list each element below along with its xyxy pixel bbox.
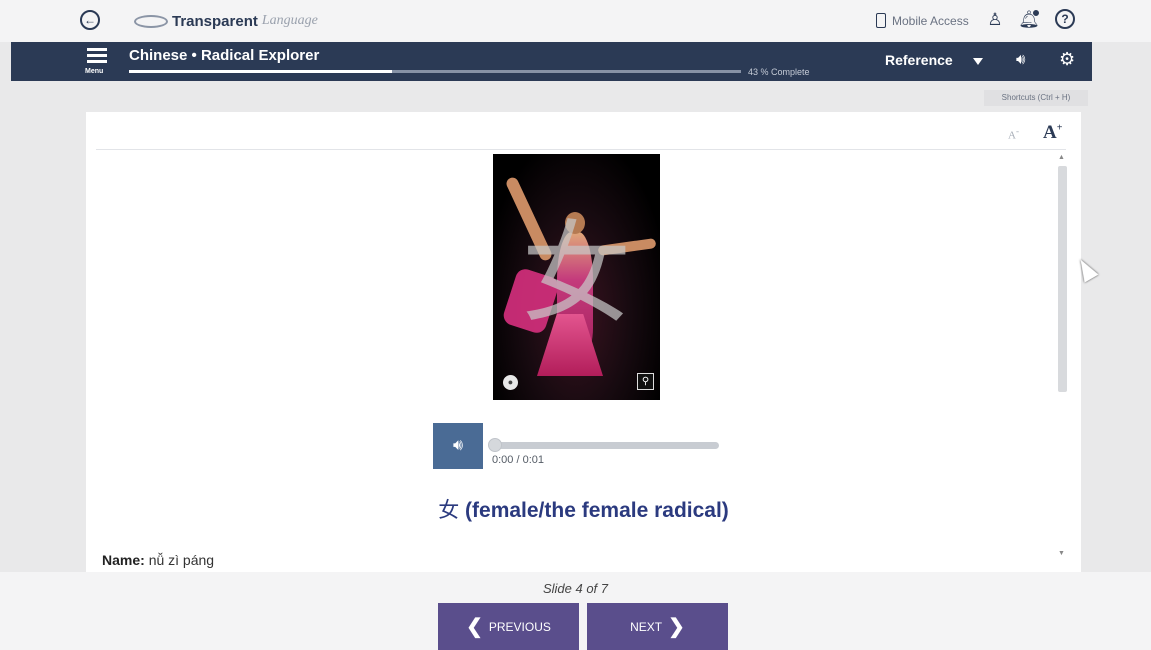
lesson-progress-bar <box>129 70 741 73</box>
previous-button[interactable]: ❮ PREVIOUS <box>438 603 579 650</box>
lesson-progress-fill <box>129 70 393 73</box>
user-icon[interactable]: ♙ <box>984 9 1006 31</box>
logo-name: Transparent <box>172 12 258 30</box>
decrease-font-button[interactable]: A- <box>1008 126 1019 142</box>
name-label: Name: <box>102 552 145 568</box>
back-arrow-icon[interactable]: ← <box>80 10 100 30</box>
progress-label: 43 % Complete <box>748 67 810 77</box>
next-button[interactable]: NEXT ❯ <box>587 603 728 650</box>
mobile-access-link[interactable]: Mobile Access <box>876 13 969 28</box>
next-label: NEXT <box>630 619 663 634</box>
headword: 女 (female/the female radical) <box>86 494 1081 524</box>
audio-seek-handle[interactable] <box>488 438 502 452</box>
magnifier-icon[interactable]: ⚲ <box>637 373 654 390</box>
radical-name-row: Name: nǚ zì páng <box>102 552 214 568</box>
headword-character: 女 <box>438 498 460 522</box>
name-value: nǚ zì páng <box>148 552 215 568</box>
divider <box>96 149 1066 150</box>
shortcuts-hint[interactable]: Shortcuts (Ctrl + H) <box>984 90 1088 106</box>
increase-font-button[interactable]: A+ <box>1043 122 1062 144</box>
mobile-access-label: Mobile Access <box>892 13 969 28</box>
speaker-icon: 🔊︎ <box>452 437 464 454</box>
slide-content-panel: A- A+ 女 ● ⚲ 🔊︎ 0:00 / 0:01 女 (female/the… <box>86 112 1081 572</box>
reference-dropdown[interactable]: Reference <box>885 52 953 68</box>
help-icon[interactable]: ? <box>1055 9 1075 29</box>
play-audio-button[interactable]: 🔊︎ <box>433 423 483 469</box>
top-brand-bar: ← Transparent Language Mobile Access ♙ 🔔… <box>0 0 1151 42</box>
logo-suffix: Language <box>261 13 318 28</box>
course-title: Chinese • Radical Explorer <box>129 47 320 64</box>
photo-credit-icon[interactable]: ● <box>503 375 518 390</box>
scroll-up-icon[interactable]: ▲ <box>1058 154 1065 161</box>
audio-seek-bar[interactable] <box>492 442 719 449</box>
scroll-down-icon[interactable]: ▼ <box>1058 550 1065 557</box>
previous-label: PREVIOUS <box>488 619 551 634</box>
slide-counter: Slide 4 of 7 <box>542 581 609 596</box>
radical-overlay-character: 女 <box>521 210 632 338</box>
content-scrollbar[interactable]: ▲ ▼ <box>1056 154 1068 566</box>
gear-icon[interactable]: ⚙ <box>1059 49 1075 70</box>
headword-meaning: (female/the female radical) <box>465 499 729 522</box>
chevron-left-icon: ❮ <box>466 615 483 638</box>
radical-photo: 女 ● ⚲ <box>493 154 660 400</box>
phone-icon <box>876 13 886 28</box>
logo-ring-icon <box>134 14 168 28</box>
chevron-right-icon: ❯ <box>668 615 685 638</box>
lesson-navbar: Menu Chinese • Radical Explorer 43 % Com… <box>11 42 1092 81</box>
notification-badge <box>1032 9 1040 17</box>
chevron-down-icon[interactable] <box>973 58 983 65</box>
slide-footer: Slide 4 of 7 ❮ PREVIOUS NEXT ❯ <box>0 572 1151 650</box>
scrollbar-thumb[interactable] <box>1058 166 1067 392</box>
audio-time: 0:00 / 0:01 <box>492 454 544 466</box>
transparent-language-logo[interactable]: Transparent Language <box>134 11 318 31</box>
menu-label: Menu <box>85 68 104 75</box>
notifications-icon[interactable]: 🔔︎ <box>1018 9 1040 31</box>
speaker-icon[interactable]: 🔊︎ <box>1016 51 1025 68</box>
